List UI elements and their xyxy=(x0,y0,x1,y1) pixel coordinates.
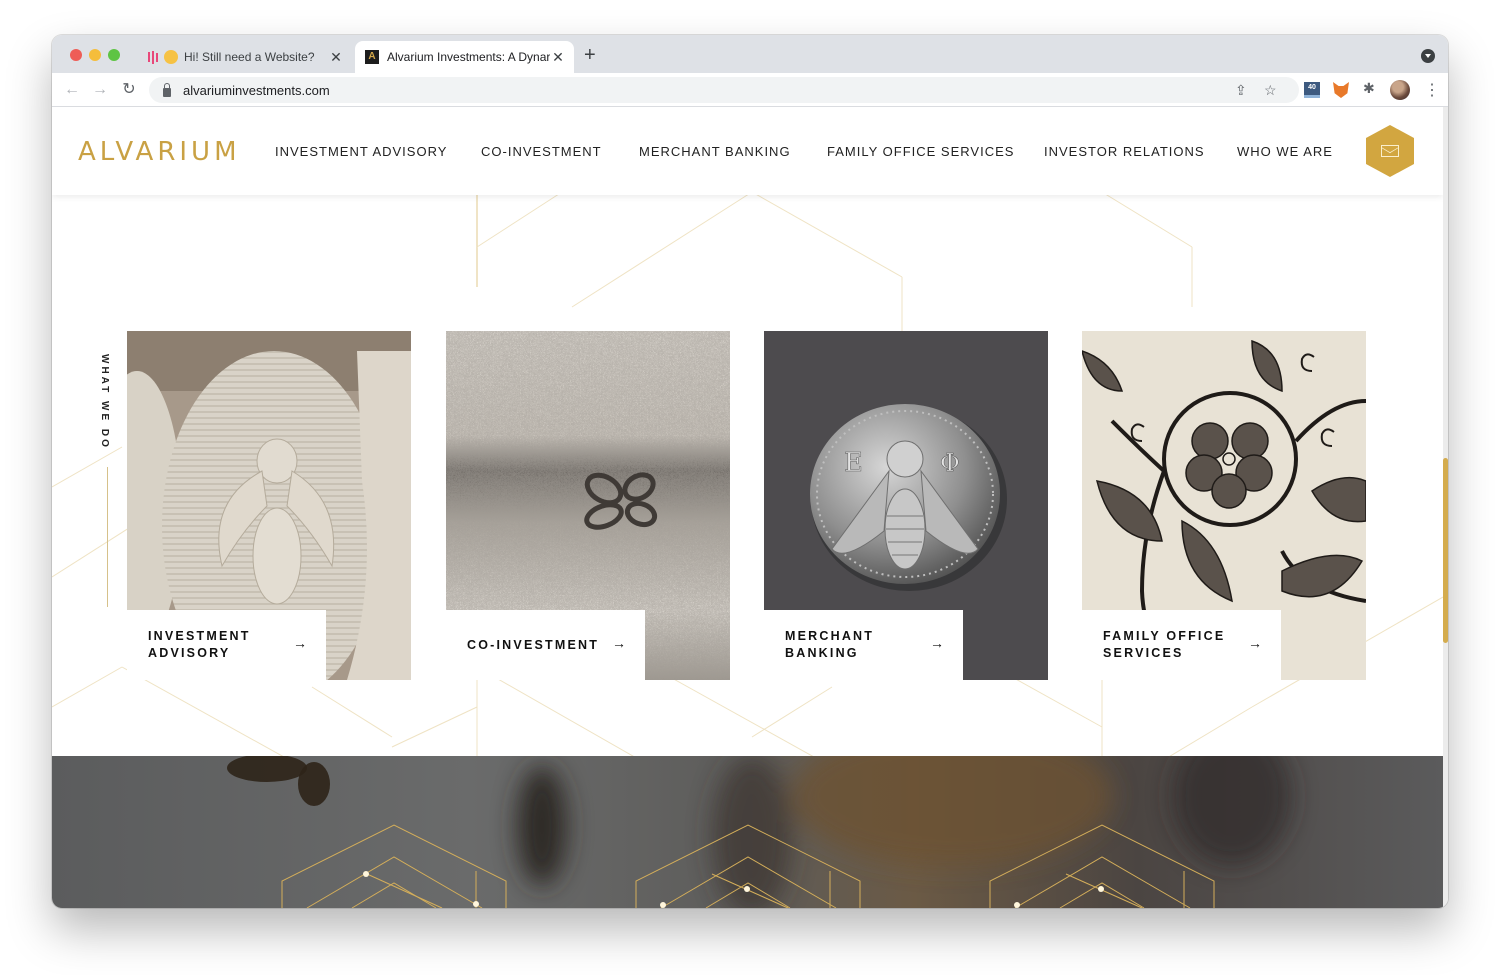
bars-icon xyxy=(148,50,158,64)
url-text: alvariuminvestments.com xyxy=(183,82,330,98)
bee-silhouette xyxy=(227,756,330,806)
extensions-puzzle-icon[interactable]: ✱ xyxy=(1363,80,1379,96)
service-card-merchant-banking[interactable]: E Φ MERCHANT BANKING → xyxy=(764,331,1048,680)
browser-toolbar: ← → ↻ alvariuminvestments.com ⇪ ☆ 40 ✱ ⋮ xyxy=(52,73,1448,107)
arrow-right-icon[interactable]: → xyxy=(612,635,626,651)
svg-text:E: E xyxy=(844,448,863,478)
nav-merchant-banking[interactable]: MERCHANT BANKING xyxy=(639,144,791,159)
forward-button[interactable]: → xyxy=(90,80,110,100)
nav-who-we-are[interactable]: WHO WE ARE xyxy=(1237,144,1333,159)
service-card-family-office-services[interactable]: FAMILY OFFICE SERVICES → xyxy=(1082,331,1366,680)
card-label-box[interactable]: FAMILY OFFICE SERVICES → xyxy=(1082,610,1281,680)
wave-hand-icon xyxy=(164,50,178,64)
section-divider xyxy=(107,467,108,607)
bees-hero-banner xyxy=(52,756,1443,908)
svg-text:Φ: Φ xyxy=(940,449,960,477)
profile-avatar[interactable] xyxy=(1390,80,1410,100)
tab-search-icon[interactable] xyxy=(1421,49,1435,63)
browser-menu-icon[interactable]: ⋮ xyxy=(1424,80,1440,100)
alvarium-favicon-icon: A xyxy=(365,50,379,64)
address-bar[interactable]: alvariuminvestments.com ⇪ ☆ xyxy=(149,77,1299,103)
tab-website[interactable]: Hi! Still need a Website? ✕ xyxy=(140,41,352,73)
tab-alvarium[interactable]: A Alvarium Investments: A Dynar ✕ xyxy=(355,41,574,73)
alvarium-logo[interactable]: ALVARIUM xyxy=(78,137,241,167)
metamask-fox-icon[interactable] xyxy=(1333,82,1349,98)
service-card-co-investment[interactable]: CO-INVESTMENT → xyxy=(446,331,730,680)
nav-family-office-services[interactable]: FAMILY OFFICE SERVICES xyxy=(827,144,1014,159)
new-tab-button[interactable]: + xyxy=(584,45,596,65)
arrow-right-icon[interactable]: → xyxy=(930,635,944,651)
extension-40-icon[interactable]: 40 xyxy=(1304,82,1320,98)
arrow-right-icon[interactable]: → xyxy=(1248,635,1262,651)
share-icon[interactable]: ⇪ xyxy=(1235,82,1247,99)
reload-button[interactable]: ↻ xyxy=(119,80,139,100)
nav-investor-relations[interactable]: INVESTOR RELATIONS xyxy=(1044,144,1205,159)
close-tab-icon[interactable]: ✕ xyxy=(550,49,566,65)
web-page: ALVARIUM INVESTMENT ADVISORY CO-INVESTME… xyxy=(52,107,1443,908)
envelope-icon xyxy=(1381,145,1399,157)
lock-icon xyxy=(163,82,171,97)
browser-window: Hi! Still need a Website? ✕ A Alvarium I… xyxy=(52,35,1448,908)
bookmark-star-icon[interactable]: ☆ xyxy=(1264,82,1277,99)
card-label-box[interactable]: MERCHANT BANKING → xyxy=(764,610,963,680)
nav-co-investment[interactable]: CO-INVESTMENT xyxy=(481,144,602,159)
close-tab-icon[interactable]: ✕ xyxy=(328,49,344,65)
section-label: WHAT WE DO xyxy=(99,354,110,450)
back-button[interactable]: ← xyxy=(62,80,82,100)
card-label: INVESTMENT ADVISORY xyxy=(148,629,251,660)
tab-title: Alvarium Investments: A Dynar xyxy=(387,50,550,64)
tab-title: Hi! Still need a Website? xyxy=(184,50,315,64)
service-card-investment-advisory[interactable]: INVESTMENT ADVISORY → xyxy=(127,331,411,680)
card-label: CO-INVESTMENT xyxy=(467,637,600,652)
contact-mail-button[interactable] xyxy=(1366,125,1414,177)
page-scrollbar-thumb[interactable] xyxy=(1443,458,1448,643)
nav-investment-advisory[interactable]: INVESTMENT ADVISORY xyxy=(275,144,447,159)
minimize-window-button[interactable] xyxy=(89,49,101,61)
tab-strip: Hi! Still need a Website? ✕ A Alvarium I… xyxy=(52,35,1448,73)
maximize-window-button[interactable] xyxy=(108,49,120,61)
card-label-box[interactable]: CO-INVESTMENT → xyxy=(446,610,645,680)
card-label-box[interactable]: INVESTMENT ADVISORY → xyxy=(127,610,326,680)
site-header: ALVARIUM INVESTMENT ADVISORY CO-INVESTME… xyxy=(52,107,1443,195)
card-label: MERCHANT BANKING xyxy=(785,629,875,660)
close-window-button[interactable] xyxy=(70,49,82,61)
card-label: FAMILY OFFICE SERVICES xyxy=(1103,629,1226,660)
arrow-right-icon[interactable]: → xyxy=(293,635,307,651)
bees-photo-overlay xyxy=(227,756,1292,908)
